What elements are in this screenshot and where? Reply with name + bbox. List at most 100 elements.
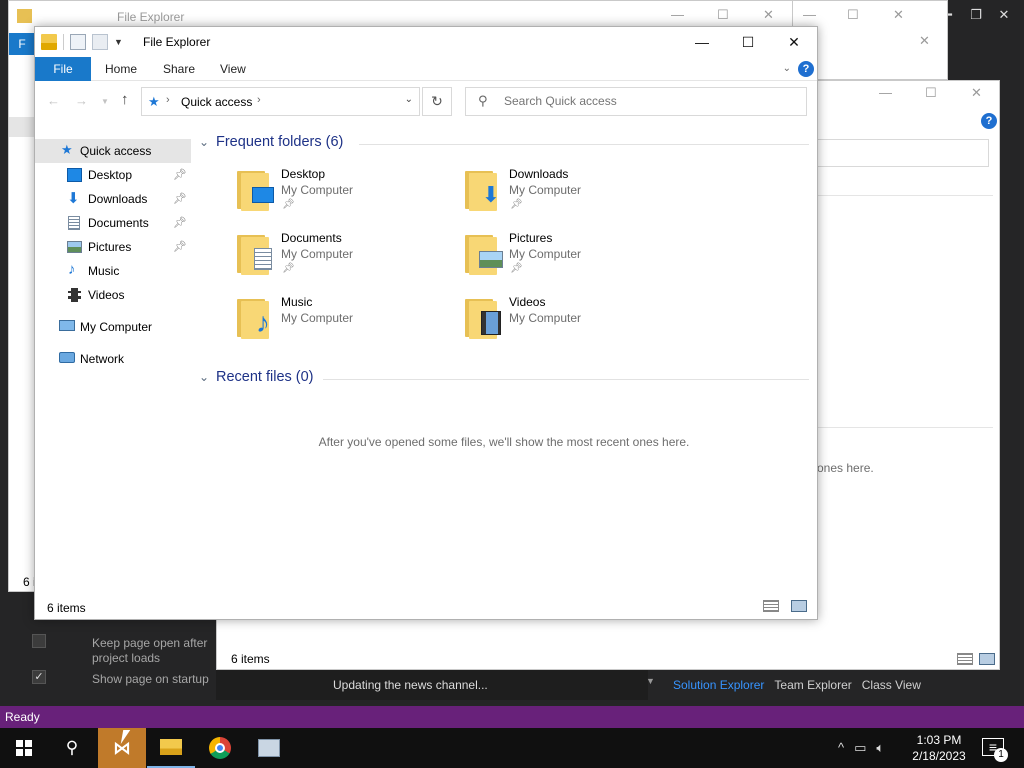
sidebar-item-desktop[interactable]: Desktop 📌︎ — [35, 163, 191, 187]
breadcrumb-chevron-icon[interactable]: › — [257, 94, 261, 106]
taskbar-search-button[interactable]: ⚲ — [48, 728, 96, 768]
address-bar[interactable]: ★ › Quick access › ⌄ — [141, 87, 420, 116]
taskbar-chrome[interactable] — [196, 728, 244, 768]
close-icon[interactable]: ✕ — [971, 85, 982, 101]
breadcrumb-quick-access[interactable]: Quick access — [181, 95, 252, 109]
maximize-icon[interactable]: ☐ — [847, 7, 859, 23]
sidebar-item-downloads[interactable]: ⬇ Downloads 📌︎ — [35, 187, 191, 211]
back-arrow-icon[interactable]: ← — [47, 93, 60, 108]
vs-close-icon[interactable]: ✕ — [990, 7, 1018, 23]
tab-file[interactable]: File — [35, 57, 91, 81]
folder-icon — [235, 169, 275, 211]
tab-share[interactable]: Share — [149, 57, 209, 81]
group-divider — [323, 379, 809, 380]
folder-tile-pictures[interactable]: Pictures My Computer 📌︎ — [463, 231, 683, 289]
network-icon[interactable]: ▭ — [854, 740, 866, 756]
folder-tile-desktop[interactable]: Desktop My Computer 📌︎ — [235, 167, 455, 225]
search-box[interactable]: ⚲ — [465, 87, 807, 116]
close-button[interactable]: ✕ — [771, 27, 817, 57]
notification-badge: 1 — [994, 748, 1008, 762]
recent-files-header[interactable]: ⌄ Recent files (0) — [199, 369, 809, 389]
close-icon[interactable]: ✕ — [893, 7, 904, 23]
tiles-view-icon[interactable] — [979, 653, 995, 665]
file-tab[interactable]: F — [9, 33, 35, 55]
folder-tile-music[interactable]: ♪ Music My Computer — [235, 295, 455, 353]
quick-access-star-icon: ★ — [148, 94, 160, 109]
minimize-icon[interactable]: — — [879, 85, 892, 100]
breadcrumb-chevron-icon[interactable]: › — [166, 94, 170, 106]
taskbar-file-explorer[interactable] — [147, 728, 195, 768]
keep-open-checkbox[interactable] — [32, 634, 46, 648]
close-icon[interactable]: ✕ — [763, 7, 774, 23]
sidebar-item-network[interactable]: Network — [35, 347, 191, 371]
expand-ribbon-chevron-icon[interactable]: ⌄ — [783, 63, 791, 74]
refresh-button[interactable]: ↻ — [422, 87, 452, 116]
folder-tile-documents[interactable]: Documents My Computer 📌︎ — [235, 231, 455, 289]
pin-icon[interactable]: 📌︎ — [173, 211, 187, 235]
search-input[interactable] — [504, 94, 794, 108]
sidebar-item-videos[interactable]: Videos — [35, 283, 191, 307]
maximize-icon[interactable]: ☐ — [925, 85, 937, 101]
pin-icon: 📌︎ — [282, 199, 295, 210]
sidebar-item-documents[interactable]: Documents 📌︎ — [35, 211, 191, 235]
clock[interactable]: 1:03 PM 2/18/2023 — [906, 732, 972, 764]
collapse-chevron-icon[interactable]: ⌄ — [199, 370, 209, 384]
desktop-icon — [251, 185, 275, 205]
title-bar[interactable]: ▼ File Explorer — ☐ ✕ — [35, 27, 817, 57]
search-icon: ⚲ — [65, 738, 79, 757]
tab-view[interactable]: View — [206, 57, 260, 81]
taskbar-app[interactable] — [245, 728, 293, 768]
speaker-icon[interactable]: 🔈︎ — [876, 740, 884, 756]
recent-locations-chevron-icon[interactable]: ▼ — [101, 97, 109, 106]
show-startup-checkbox[interactable]: ✓ — [32, 670, 46, 684]
vs-tool-tabs: Solution Explorer Team Explorer Class Vi… — [668, 678, 926, 692]
frequent-folders-header[interactable]: ⌄ Frequent folders (6) — [199, 134, 809, 154]
downloads-icon: ⬇ — [67, 190, 80, 207]
tab-class-view[interactable]: Class View — [857, 678, 926, 692]
collapse-chevron-icon[interactable]: ⌄ — [199, 135, 209, 149]
folder-name: Pictures — [509, 231, 553, 245]
search-box[interactable] — [817, 139, 989, 167]
up-arrow-icon[interactable]: ↑ — [121, 91, 129, 108]
status-item-count: 6 items — [47, 601, 86, 615]
file-explorer-app-icon[interactable] — [41, 34, 57, 50]
chevron-down-icon[interactable]: ▼ — [646, 676, 655, 686]
address-dropdown-chevron-icon[interactable]: ⌄ — [405, 94, 413, 105]
film-icon — [479, 311, 503, 335]
minimize-icon[interactable]: — — [803, 7, 816, 22]
sidebar-item-my-computer[interactable]: My Computer — [35, 315, 191, 339]
pin-icon: 📌︎ — [510, 199, 523, 210]
pin-icon[interactable]: 📌︎ — [173, 187, 187, 211]
forward-arrow-icon[interactable]: → — [75, 93, 88, 108]
file-explorer-window[interactable]: ▼ File Explorer — ☐ ✕ File Home Share Vi… — [34, 26, 818, 620]
folder-tile-videos[interactable]: Videos My Computer — [463, 295, 683, 353]
chevron-up-icon[interactable]: ^ — [838, 740, 844, 756]
minimize-icon[interactable]: — — [671, 7, 684, 22]
sidebar-item-music[interactable]: ♪ Music — [35, 259, 191, 283]
close-icon[interactable]: ✕ — [919, 33, 930, 49]
details-view-icon[interactable] — [957, 653, 973, 665]
maximize-button[interactable]: ☐ — [725, 27, 771, 57]
start-button[interactable] — [0, 728, 48, 768]
toolbar-divider — [63, 34, 64, 50]
tab-home[interactable]: Home — [91, 57, 151, 81]
new-folder-icon[interactable] — [92, 34, 108, 50]
tab-team-explorer[interactable]: Team Explorer — [769, 678, 856, 692]
minimize-button[interactable]: — — [679, 27, 725, 57]
sidebar-item-pictures[interactable]: Pictures 📌︎ — [35, 235, 191, 259]
properties-icon[interactable] — [70, 34, 86, 50]
sidebar-item-quick-access[interactable]: ★ Quick access — [35, 139, 191, 163]
customize-toolbar-chevron-icon[interactable]: ▼ — [114, 37, 123, 47]
vs-restore-icon[interactable]: ❐ — [962, 7, 990, 23]
pin-icon[interactable]: 📌︎ — [173, 163, 187, 187]
help-icon[interactable]: ? — [981, 113, 997, 129]
maximize-icon[interactable]: ☐ — [717, 7, 729, 23]
pin-icon[interactable]: 📌︎ — [173, 235, 187, 259]
folder-tile-downloads[interactable]: ⬇ Downloads My Computer 📌︎ — [463, 167, 683, 225]
help-icon[interactable]: ? — [798, 61, 814, 77]
folder-name: Downloads — [509, 167, 569, 181]
windows-logo-icon — [16, 740, 32, 756]
tiles-view-icon[interactable] — [791, 600, 807, 612]
tab-solution-explorer[interactable]: Solution Explorer — [668, 678, 769, 692]
details-view-icon[interactable] — [763, 600, 779, 612]
